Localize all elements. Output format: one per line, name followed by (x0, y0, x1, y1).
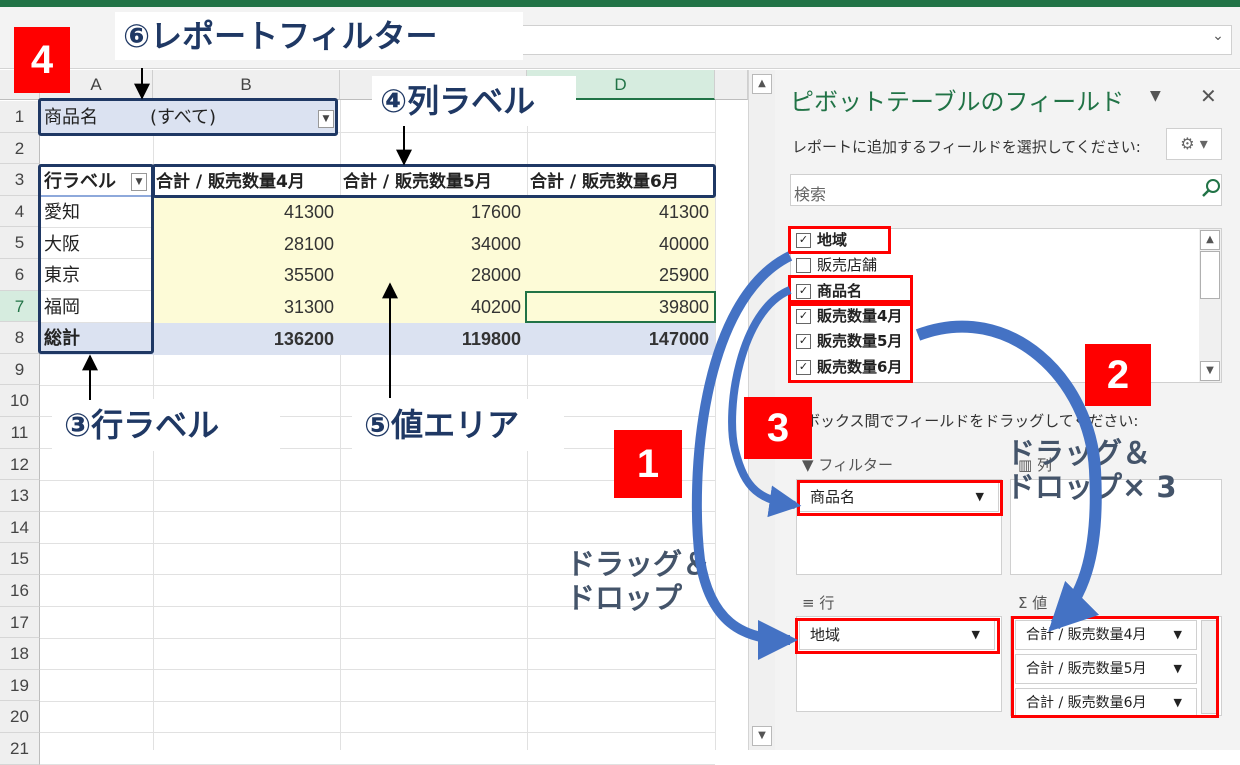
drag-arrow-product-to-filter (728, 286, 802, 518)
annotation-arrows (82, 68, 1102, 660)
drag-arrow-quantities-to-values (915, 320, 1102, 632)
drag-arrow-region-to-rows (691, 251, 798, 660)
